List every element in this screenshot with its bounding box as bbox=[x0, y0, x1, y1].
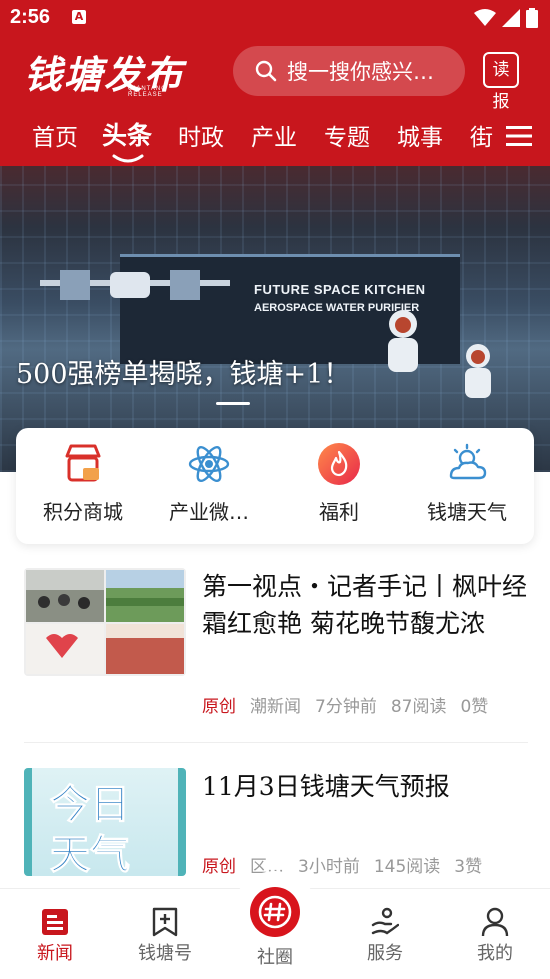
active-tab-indicator bbox=[112, 154, 144, 163]
news-reads: 145阅读 bbox=[373, 857, 441, 877]
nav-label-community[interactable]: 社圈 bbox=[235, 943, 315, 969]
photo-collage bbox=[24, 568, 186, 676]
service-hand-icon bbox=[371, 907, 399, 935]
app-logo: 钱塘发布 QIANTANG RELEASE bbox=[24, 44, 194, 100]
quick-link-points-mall[interactable]: 积分商城 bbox=[18, 442, 148, 532]
nav-label: 新闻 bbox=[37, 943, 73, 964]
signal-icon bbox=[502, 9, 520, 27]
original-tag: 原创 bbox=[202, 697, 236, 717]
tab-headlines[interactable]: 头条 bbox=[102, 116, 152, 152]
banner-caption: 500强榜单揭晓，钱塘+1！ bbox=[16, 359, 351, 390]
bottom-navigation: 新闻 钱塘号 社圈 服务 我的 bbox=[0, 871, 550, 979]
quick-links-card: 积分商城 产业微… 福利 钱塘天气 bbox=[16, 428, 534, 544]
news-meta: 原创 潮新闻 7分钟前 87阅读 0赞 bbox=[202, 692, 528, 717]
search-bar[interactable]: 搜一搜你感兴… bbox=[233, 46, 465, 96]
logo-subtext: QIANTANG RELEASE bbox=[128, 86, 167, 98]
thumb-text-weather: 天气 bbox=[50, 832, 131, 877]
search-icon bbox=[255, 60, 277, 82]
quick-link-label: 钱塘天气 bbox=[427, 500, 507, 524]
status-bar: 2:56 A bbox=[0, 0, 550, 36]
original-tag: 原创 bbox=[202, 857, 236, 877]
news-likes: 0赞 bbox=[460, 697, 489, 717]
search-placeholder: 搜一搜你感兴… bbox=[287, 60, 434, 84]
bookmark-plus-icon bbox=[152, 907, 178, 937]
news-title: 11月3日钱塘天气预报 bbox=[202, 772, 450, 801]
tab-street[interactable]: 街 bbox=[470, 118, 493, 152]
nav-news[interactable]: 新闻 bbox=[15, 905, 95, 965]
menu-icon[interactable] bbox=[506, 124, 532, 148]
news-item[interactable]: 第一视点・记者手记丨枫叶经霜红愈艳 菊花晚节馥尤浓 原创 潮新闻 7分钟前 87… bbox=[24, 568, 528, 728]
status-icons bbox=[474, 8, 538, 28]
channel-tabs: 首页 头条 时政 产业 专题 城事 街 bbox=[0, 114, 550, 166]
nav-community-button[interactable] bbox=[250, 887, 300, 937]
astronaut-figure bbox=[388, 310, 418, 372]
status-time: 2:56 bbox=[10, 6, 51, 28]
news-time: 3小时前 bbox=[298, 857, 360, 877]
tab-city[interactable]: 城事 bbox=[397, 118, 443, 152]
nav-label: 钱塘号 bbox=[138, 943, 192, 964]
banner-carousel[interactable]: FUTURE SPACE KITCHEN AEROSPACE WATER PUR… bbox=[0, 166, 550, 472]
news-title: 第一视点・记者手记丨枫叶经霜红愈艳 菊花晚节馥尤浓 bbox=[202, 572, 528, 638]
flame-icon bbox=[318, 443, 360, 485]
notification-icon: A bbox=[72, 10, 86, 24]
shop-icon bbox=[65, 444, 101, 482]
nav-label: 服务 bbox=[367, 943, 403, 964]
space-station-model bbox=[40, 270, 230, 300]
divider bbox=[24, 742, 528, 743]
quick-link-weather[interactable]: 钱塘天气 bbox=[402, 442, 532, 532]
hashtag-icon bbox=[258, 895, 292, 929]
newspaper-icon bbox=[42, 909, 68, 935]
quick-link-label: 积分商城 bbox=[43, 500, 123, 524]
quick-link-label: 产业微… bbox=[169, 500, 249, 524]
news-meta: 原创 区… 3小时前 145阅读 3赞 bbox=[202, 852, 528, 877]
tab-topics[interactable]: 专题 bbox=[324, 118, 370, 152]
news-source: 潮新闻 bbox=[250, 697, 301, 717]
quick-link-industry[interactable]: 产业微… bbox=[144, 442, 274, 532]
nav-profile[interactable]: 我的 bbox=[455, 905, 535, 965]
nav-services[interactable]: 服务 bbox=[345, 905, 425, 965]
nav-qiantang-account[interactable]: 钱塘号 bbox=[125, 905, 205, 965]
weather-icon bbox=[449, 443, 487, 480]
carousel-indicator bbox=[216, 402, 250, 405]
person-icon bbox=[481, 907, 509, 937]
news-thumbnail: 今日 天气 bbox=[24, 768, 186, 876]
news-thumbnail bbox=[24, 568, 186, 676]
nav-label: 我的 bbox=[477, 943, 513, 964]
quick-link-welfare[interactable]: 福利 bbox=[274, 442, 404, 532]
news-time: 7分钟前 bbox=[315, 697, 377, 717]
astronaut-figure-small bbox=[465, 344, 491, 398]
tab-politics[interactable]: 时政 bbox=[178, 118, 224, 152]
read-newspaper-button[interactable]: 读报 bbox=[483, 52, 519, 112]
news-reads: 87阅读 bbox=[390, 697, 447, 717]
app-header: 钱塘发布 QIANTANG RELEASE 搜一搜你感兴… 读报 首页 头条 时… bbox=[0, 36, 550, 166]
news-likes: 3赞 bbox=[454, 857, 483, 877]
tab-industry[interactable]: 产业 bbox=[251, 118, 297, 152]
tab-home[interactable]: 首页 bbox=[32, 118, 78, 152]
atom-icon bbox=[188, 445, 230, 483]
exhibit-title: FUTURE SPACE KITCHEN bbox=[254, 282, 426, 297]
battery-icon bbox=[526, 8, 538, 28]
quick-link-label: 福利 bbox=[319, 500, 359, 524]
wifi-icon bbox=[474, 9, 496, 26]
